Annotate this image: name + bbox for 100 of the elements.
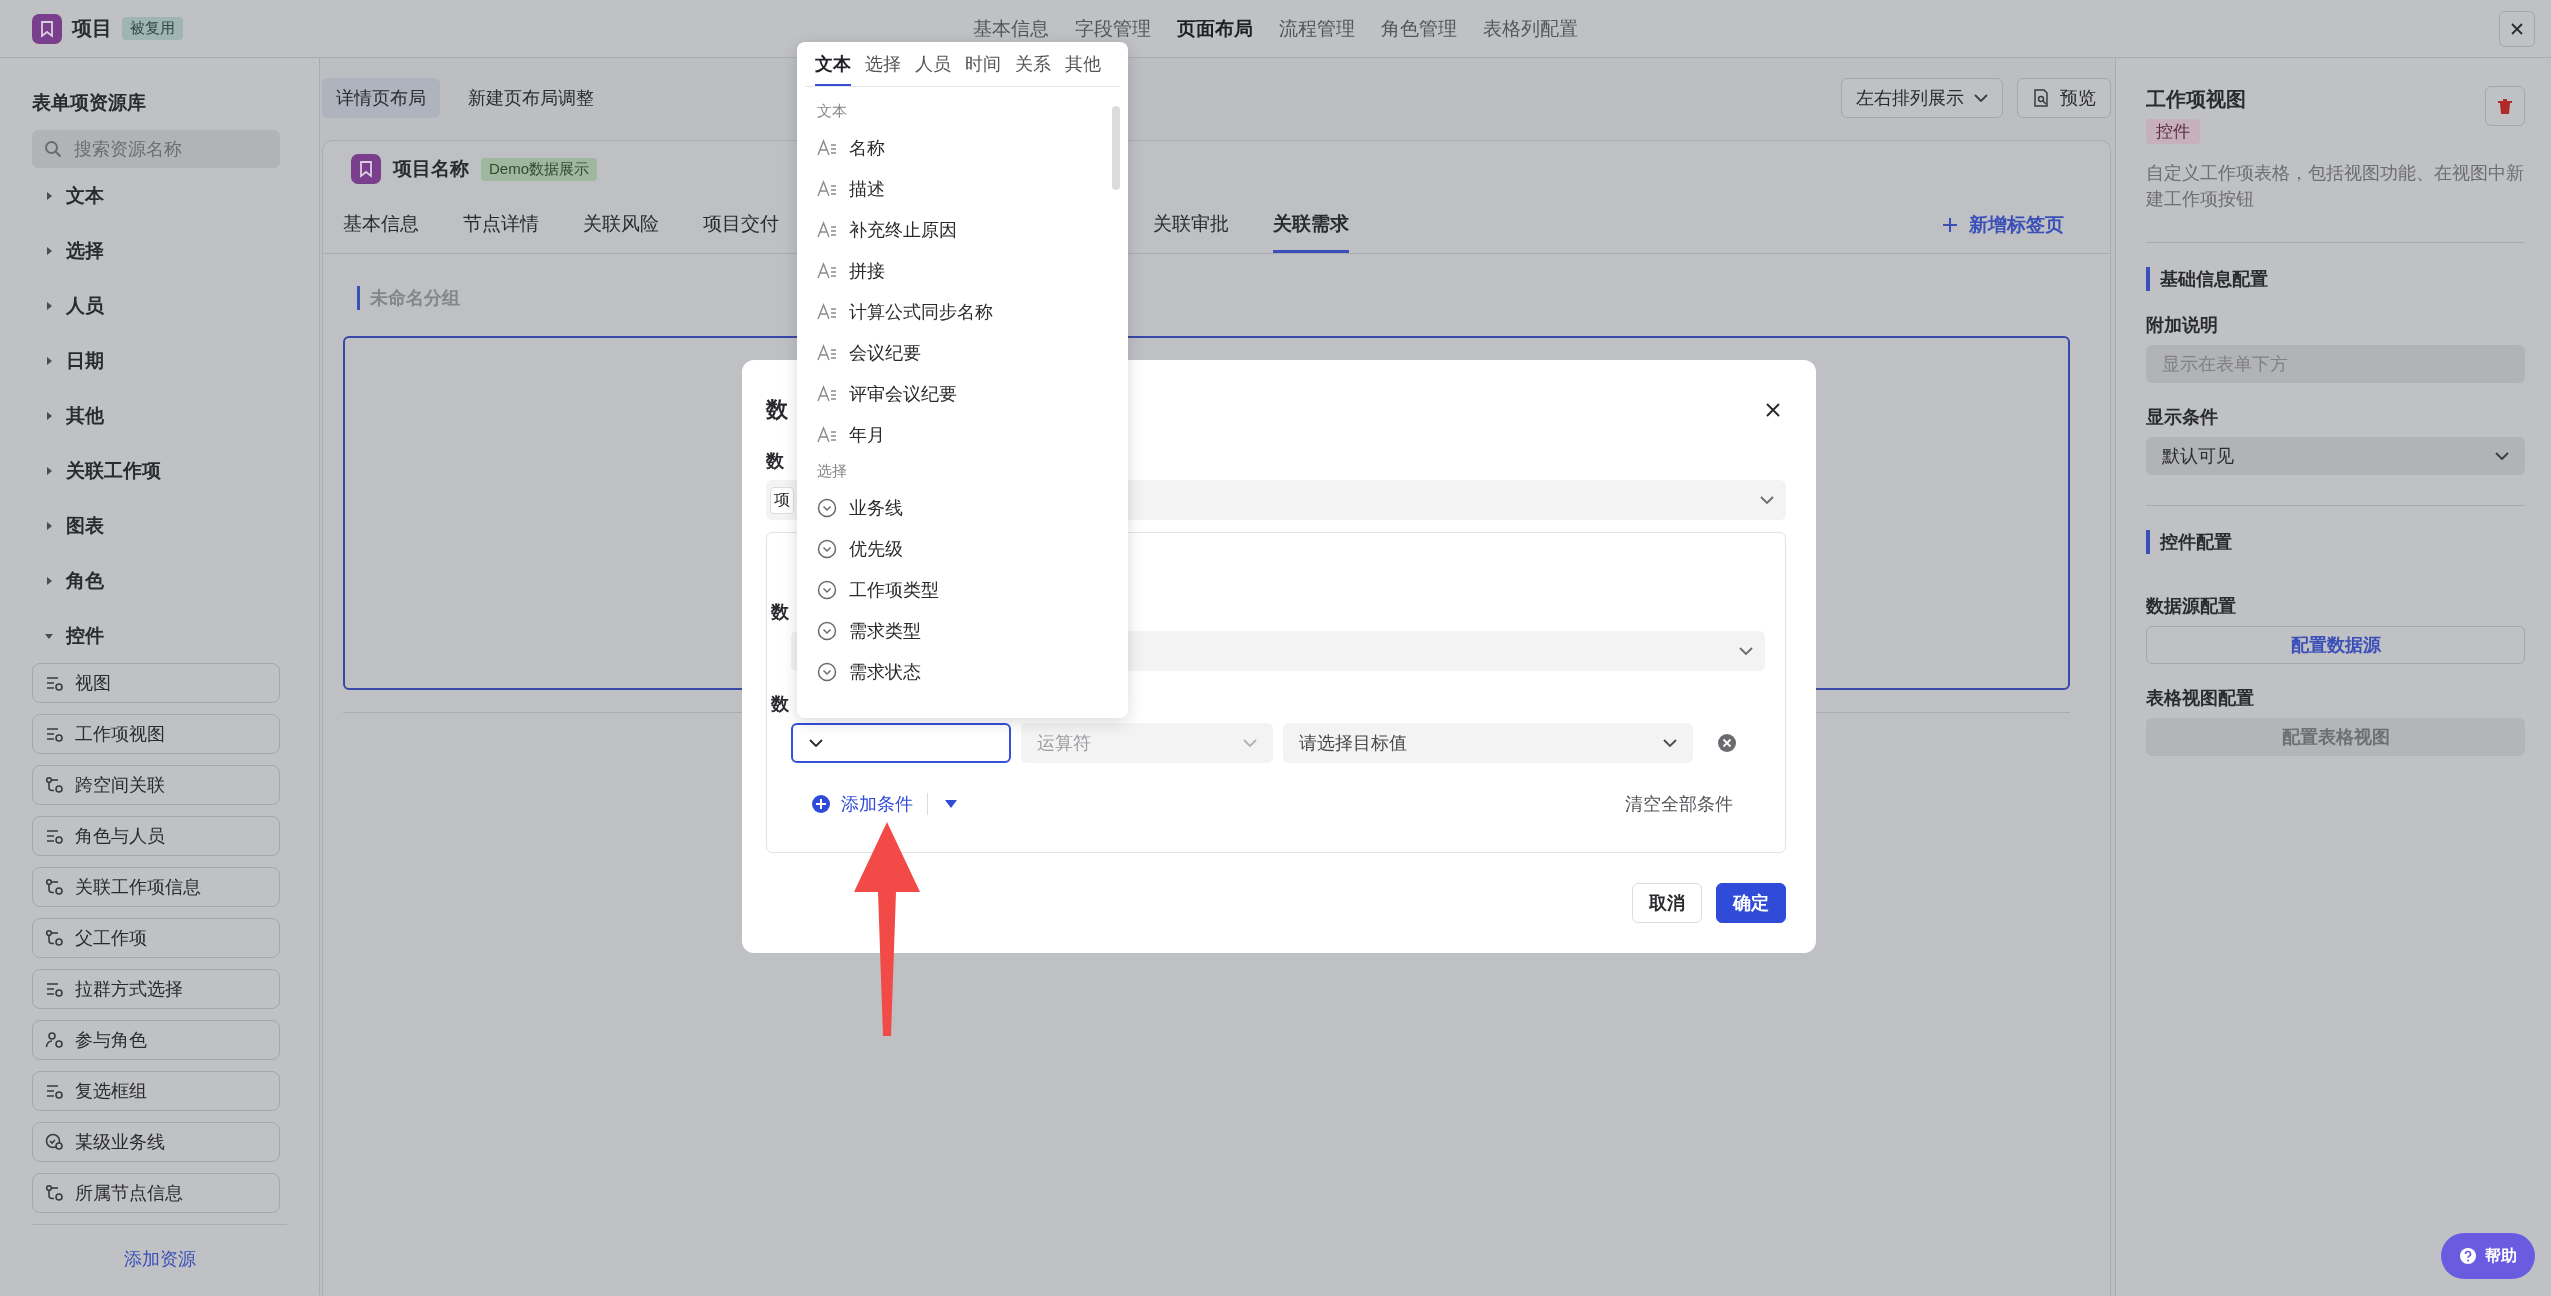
section-tab[interactable]: 关联风险: [583, 197, 659, 253]
field-label: 数据源配置: [2146, 595, 2237, 618]
group-header[interactable]: 关联工作项: [32, 443, 280, 498]
card-title: 项目名称: [393, 157, 469, 181]
resource-item[interactable]: 跨空间关联: [32, 765, 280, 805]
field-option[interactable]: 工作项类型: [817, 569, 1108, 610]
text-lines-icon: [817, 301, 837, 322]
caret-right-icon: [44, 520, 54, 531]
chevron-circle-icon: [817, 620, 837, 641]
source-chip: 项: [770, 486, 794, 514]
configure-source-button[interactable]: 配置数据源: [2146, 626, 2525, 664]
add-tab-link[interactable]: 新增标签页: [1941, 197, 2064, 253]
delete-button[interactable]: [2485, 86, 2525, 126]
bookmark-logo-icon: [351, 154, 381, 184]
resource-item[interactable]: 角色与人员: [32, 816, 280, 856]
nav-tab[interactable]: 页面布局: [1177, 15, 1253, 42]
resource-item[interactable]: 复选框组: [32, 1071, 280, 1111]
group-header[interactable]: 图表: [32, 498, 280, 553]
field-picker[interactable]: [791, 723, 1011, 763]
field-option[interactable]: 优先级: [817, 528, 1108, 569]
help-icon: [2459, 1247, 2477, 1265]
group-header[interactable]: 文本: [32, 168, 280, 223]
resource-item[interactable]: 所属节点信息: [32, 1173, 280, 1213]
chevron-down-icon: [1663, 739, 1677, 747]
category-tab[interactable]: 文本: [815, 42, 851, 86]
group-header[interactable]: 选择: [32, 223, 280, 278]
field-option[interactable]: 年月: [817, 414, 1108, 455]
target-select[interactable]: 请选择目标值: [1283, 723, 1693, 763]
bookmark-logo-icon: [32, 13, 62, 44]
category-tab[interactable]: 其他: [1065, 42, 1101, 86]
chevron-circle-icon: [817, 579, 837, 600]
category-tab[interactable]: 关系: [1015, 42, 1051, 86]
nav-tab[interactable]: 角色管理: [1381, 15, 1457, 42]
caret-down-icon: [944, 798, 958, 810]
field-label: 数: [771, 601, 789, 623]
field-option[interactable]: 评审会议纪要: [817, 373, 1108, 414]
group-header[interactable]: 日期: [32, 333, 280, 388]
confirm-button[interactable]: 确定: [1716, 883, 1786, 923]
resource-item[interactable]: 拉群方式选择: [32, 969, 280, 1009]
category-tab[interactable]: 选择: [865, 42, 901, 86]
condition-select[interactable]: 默认可见: [2146, 437, 2525, 475]
nav-tab[interactable]: 表格列配置: [1483, 15, 1578, 42]
chevron-down-icon: [1760, 496, 1774, 504]
field-option[interactable]: 名称: [817, 127, 1108, 168]
section-tab[interactable]: 关联需求: [1273, 197, 1349, 253]
field-label: 附加说明: [2146, 314, 2219, 337]
section-tab[interactable]: 项目交付: [703, 197, 779, 253]
chevron-down-icon: [1974, 94, 1988, 102]
scrollbar-thumb[interactable]: [1112, 106, 1120, 190]
resource-item[interactable]: 父工作项: [32, 918, 280, 958]
panel-description: 自定义工作项表格，包括视图功能、在视图中新建工作项按钮: [2146, 162, 2525, 211]
section-heading: 基础信息配置: [2146, 267, 2525, 291]
category-tab[interactable]: 人员: [915, 42, 951, 86]
field-option[interactable]: 需求状态: [817, 651, 1108, 692]
resource-item[interactable]: 工作项视图: [32, 714, 280, 754]
field-option[interactable]: 描述: [817, 168, 1108, 209]
resource-item[interactable]: 视图: [32, 663, 280, 703]
field-option[interactable]: 需求类型: [817, 610, 1108, 651]
caret-right-icon: [44, 355, 54, 366]
section-tab[interactable]: 基本信息: [343, 197, 419, 253]
group-header[interactable]: 人员: [32, 278, 280, 333]
clear-conditions-link[interactable]: 清空全部条件: [1625, 792, 1733, 816]
text-lines-icon: [817, 219, 837, 240]
section-tab[interactable]: 关联审批: [1153, 197, 1229, 253]
control-tag: 控件: [2146, 119, 2200, 144]
section-tab[interactable]: 节点详情: [463, 197, 539, 253]
text-lines-icon: [817, 260, 837, 281]
field-option[interactable]: 补充终止原因: [817, 209, 1108, 250]
chevron-circle-icon: [817, 538, 837, 559]
section-heading: 选择: [817, 460, 848, 481]
layout-tab[interactable]: 详情页布局: [322, 78, 440, 118]
add-resource-link[interactable]: 添加资源: [32, 1224, 287, 1295]
nav-tab[interactable]: 基本信息: [973, 15, 1049, 42]
nav-tab[interactable]: 字段管理: [1075, 15, 1151, 42]
text-lines-icon: [817, 383, 837, 404]
layout-tab[interactable]: 新建页布局调整: [454, 78, 608, 118]
field-option[interactable]: 会议纪要: [817, 332, 1108, 373]
resource-item[interactable]: 参与角色: [32, 1020, 280, 1060]
category-tab[interactable]: 时间: [965, 42, 1001, 86]
cancel-button[interactable]: 取消: [1632, 883, 1702, 923]
chevron-down-icon: [2495, 452, 2509, 460]
dialog-title: 数: [766, 396, 788, 424]
nav-tab[interactable]: 流程管理: [1279, 15, 1355, 42]
text-lines-icon: [817, 424, 837, 445]
preview-button[interactable]: 预览: [2017, 78, 2111, 118]
group-header[interactable]: 角色: [32, 553, 280, 608]
group-header[interactable]: 控件: [32, 608, 280, 663]
caret-right-icon: [44, 190, 54, 201]
group-header[interactable]: 其他: [32, 388, 280, 443]
arrange-select[interactable]: 左右排列展示: [1841, 78, 2003, 118]
help-button[interactable]: 帮助: [2441, 1233, 2535, 1279]
caret-right-icon: [44, 300, 54, 311]
add-condition-link[interactable]: 添加条件: [811, 792, 913, 816]
resource-item[interactable]: 某级业务线: [32, 1122, 280, 1162]
chevron-down-icon: [809, 739, 823, 747]
search-field[interactable]: 搜索资源名称: [32, 130, 280, 168]
resource-item[interactable]: 关联工作项信息: [32, 867, 280, 907]
field-label: 数: [766, 450, 784, 472]
caret-right-icon: [44, 575, 54, 586]
caret-right-icon: [44, 465, 54, 476]
